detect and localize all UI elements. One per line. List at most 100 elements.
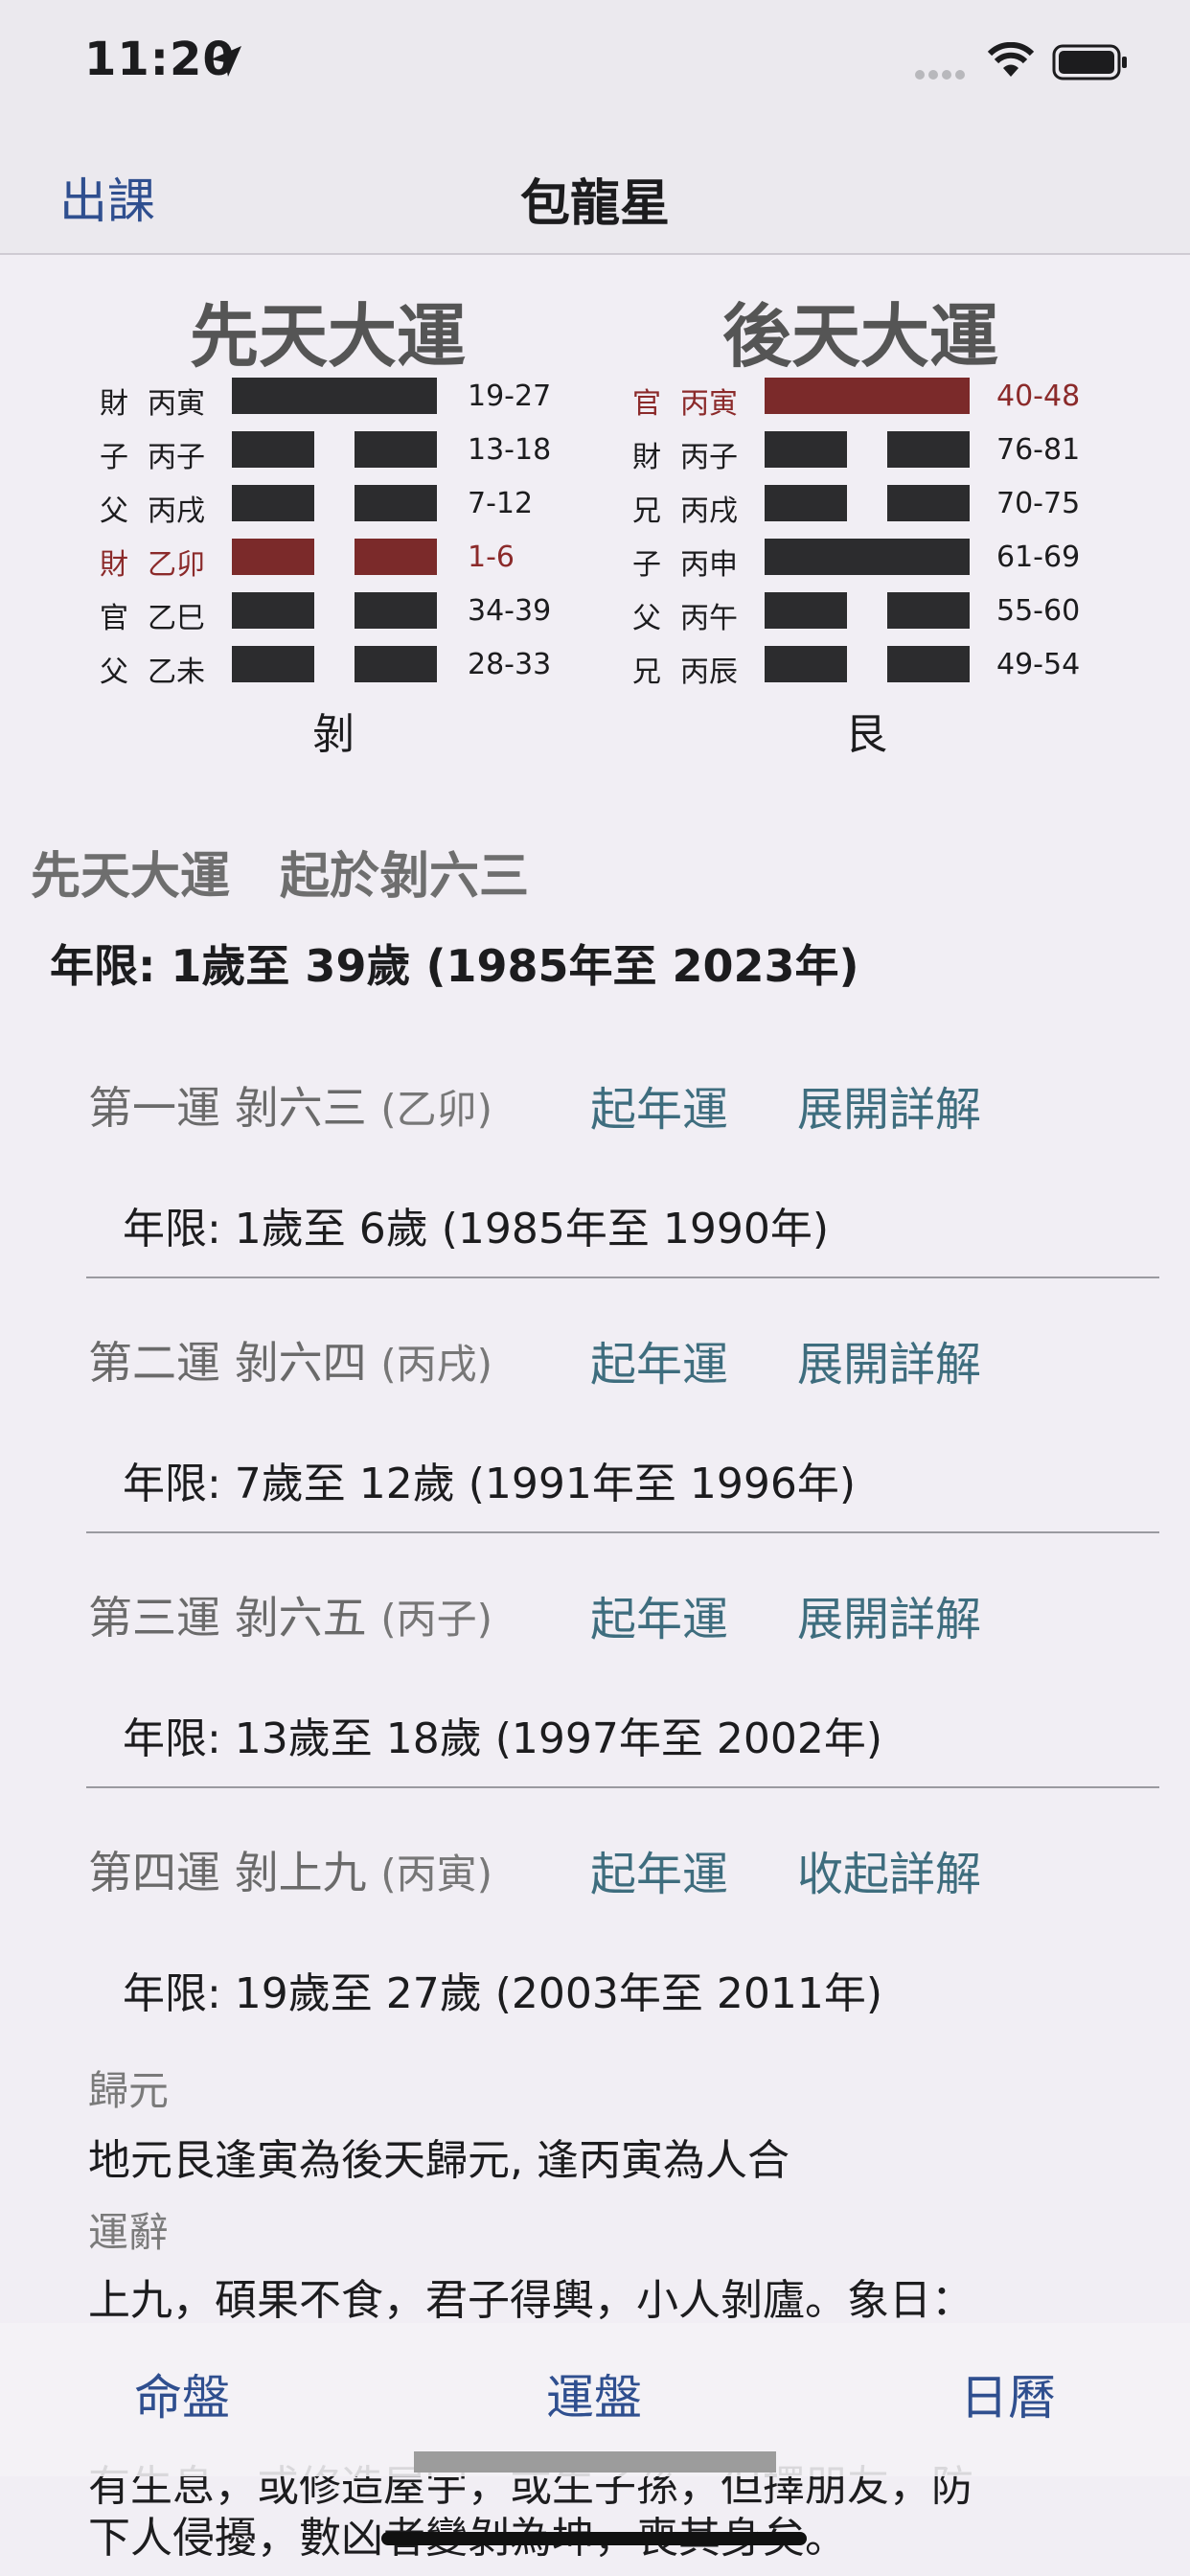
- line-age-range: 40-48: [996, 380, 1081, 413]
- yin-line-right: [887, 646, 970, 682]
- line-relation: 財: [100, 548, 128, 582]
- location-arrow-icon: [211, 46, 241, 77]
- guiyuan-label: 歸元: [88, 2067, 170, 2114]
- divider: [86, 1531, 1159, 1533]
- yun-ganzhi: (乙卯): [380, 1086, 493, 1133]
- wifi-icon: [987, 42, 1035, 77]
- tab-rili[interactable]: 日曆: [960, 2359, 1056, 2428]
- yun-4-detail-toggle[interactable]: 收起詳解: [797, 1836, 981, 1903]
- yin-line-right: [355, 431, 437, 468]
- houtian-line-2: 財丙子 76-81: [632, 431, 1131, 474]
- yunci-label: 運辭: [88, 2209, 170, 2256]
- line-ganzhi: 乙未: [148, 656, 205, 689]
- yin-line-left: [765, 431, 847, 468]
- line-age-range: 28-33: [468, 648, 552, 681]
- yun-3-range: 年限: 13歲至 18歲 (1997年至 2002年): [123, 1714, 883, 1763]
- line-age-range: 13-18: [468, 433, 552, 467]
- yin-line-left: [232, 539, 314, 575]
- yang-line: [765, 539, 970, 575]
- yin-line-right: [355, 539, 437, 575]
- line-ganzhi: 丙申: [680, 548, 738, 582]
- houtian-line-1: 官丙寅 40-48: [632, 378, 1131, 421]
- line-ganzhi: 丙子: [148, 441, 205, 474]
- status-bar: 11:20: [0, 0, 1190, 134]
- line-relation: 兄: [632, 656, 661, 689]
- navigation-bar: 出課 包龍星: [0, 134, 1190, 255]
- scroll-handle[interactable]: [414, 2451, 776, 2472]
- guiyuan-text: 地元艮逢寅為後天歸元, 逢丙寅為人合: [88, 2136, 790, 2185]
- yun-3-start-year-link[interactable]: 起年運: [590, 1581, 728, 1648]
- home-indicator[interactable]: [381, 2532, 807, 2545]
- yun-4-start-year-link[interactable]: 起年運: [590, 1836, 728, 1903]
- yun-1-range: 年限: 1歲至 6歲 (1985年至 1990年): [123, 1205, 830, 1254]
- yun-2-range: 年限: 7歲至 12歲 (1991年至 1996年): [123, 1460, 857, 1508]
- yin-line-left: [232, 485, 314, 521]
- yang-line: [765, 378, 970, 414]
- xiantian-line-1: 財丙寅 19-27: [100, 378, 598, 421]
- line-age-range: 70-75: [996, 487, 1081, 520]
- houtian-line-6: 兄丙辰 49-54: [632, 646, 1131, 689]
- yin-line-right: [355, 485, 437, 521]
- line-age-range: 34-39: [468, 594, 552, 628]
- line-relation: 父: [100, 656, 128, 689]
- yun-1-title: 第一運 剝六三 (乙卯): [88, 1073, 492, 1137]
- yun-ganzhi: (丙子): [380, 1596, 493, 1643]
- xiantian-dayun-title: 先天大運: [189, 296, 466, 377]
- yun-ganzhi: (丙寅): [380, 1851, 493, 1898]
- xiantian-line-3: 父丙戌 7-12: [100, 485, 598, 528]
- line-ganzhi: 丙辰: [680, 656, 738, 689]
- yin-line-left: [765, 485, 847, 521]
- line-relation: 兄: [632, 494, 661, 528]
- line-age-range: 19-27: [468, 380, 552, 413]
- line-relation: 子: [100, 441, 128, 474]
- yin-line-right: [887, 592, 970, 629]
- line-relation: 官: [632, 387, 661, 421]
- line-age-range: 55-60: [996, 594, 1081, 628]
- line-ganzhi: 丙寅: [148, 387, 205, 421]
- tab-mingpan[interactable]: 命盤: [134, 2359, 230, 2428]
- yin-line-right: [355, 646, 437, 682]
- yun-2-title: 第二運 剝六四 (丙戌): [88, 1328, 492, 1392]
- yang-line: [232, 378, 437, 414]
- line-age-range: 61-69: [996, 540, 1081, 574]
- xiantian-hexagram-name: 剝: [312, 710, 355, 759]
- line-relation: 財: [632, 441, 661, 474]
- line-ganzhi: 丙午: [680, 602, 738, 635]
- line-ganzhi: 丙戌: [680, 494, 738, 528]
- yun-3-detail-toggle[interactable]: 展開詳解: [797, 1581, 981, 1648]
- yin-line-left: [232, 592, 314, 629]
- line-relation: 父: [100, 494, 128, 528]
- xiantian-line-6: 父乙未 28-33: [100, 646, 598, 689]
- yin-line-left: [765, 646, 847, 682]
- yin-line-right: [887, 431, 970, 468]
- yin-line-right: [887, 485, 970, 521]
- line-relation: 父: [632, 602, 661, 635]
- line-age-range: 1-6: [468, 540, 515, 574]
- houtian-line-3: 兄丙戌 70-75: [632, 485, 1131, 528]
- yin-line-left: [232, 431, 314, 468]
- line-age-range: 7-12: [468, 487, 534, 520]
- yun-4-range: 年限: 19歲至 27歲 (2003年至 2011年): [123, 1969, 883, 2018]
- battery-icon: [1052, 44, 1127, 80]
- yun-ganzhi: (丙戌): [380, 1341, 493, 1388]
- line-ganzhi: 丙子: [680, 441, 738, 474]
- section-title: 先天大運 起於剝六三: [31, 848, 530, 906]
- yun-2-detail-toggle[interactable]: 展開詳解: [797, 1326, 981, 1393]
- yun-1-start-year-link[interactable]: 起年運: [590, 1071, 728, 1138]
- yunci-text: 上九，碩果不食，君子得輿，小人剝廬。象日：: [88, 2276, 973, 2325]
- xiantian-line-4: 財乙卯 1-6: [100, 539, 598, 582]
- yun-name: 第四運 剝上九: [88, 1847, 367, 1898]
- section-range: 年限: 1歲至 39歲 (1985年至 2023年): [50, 940, 859, 992]
- yun-1-detail-toggle[interactable]: 展開詳解: [797, 1071, 981, 1138]
- line-ganzhi: 乙卯: [148, 548, 205, 582]
- yin-line-right: [355, 592, 437, 629]
- xiantian-line-5: 官乙巳 34-39: [100, 592, 598, 635]
- divider: [86, 1786, 1159, 1788]
- line-ganzhi: 丙戌: [148, 494, 205, 528]
- houtian-line-5: 父丙午 55-60: [632, 592, 1131, 635]
- line-ganzhi: 乙巳: [148, 602, 205, 635]
- yun-name: 第三運 剝六五: [88, 1592, 367, 1644]
- houtian-line-4: 子丙申 61-69: [632, 539, 1131, 582]
- tab-yunpan[interactable]: 運盤: [546, 2359, 642, 2428]
- yun-2-start-year-link[interactable]: 起年運: [590, 1326, 728, 1393]
